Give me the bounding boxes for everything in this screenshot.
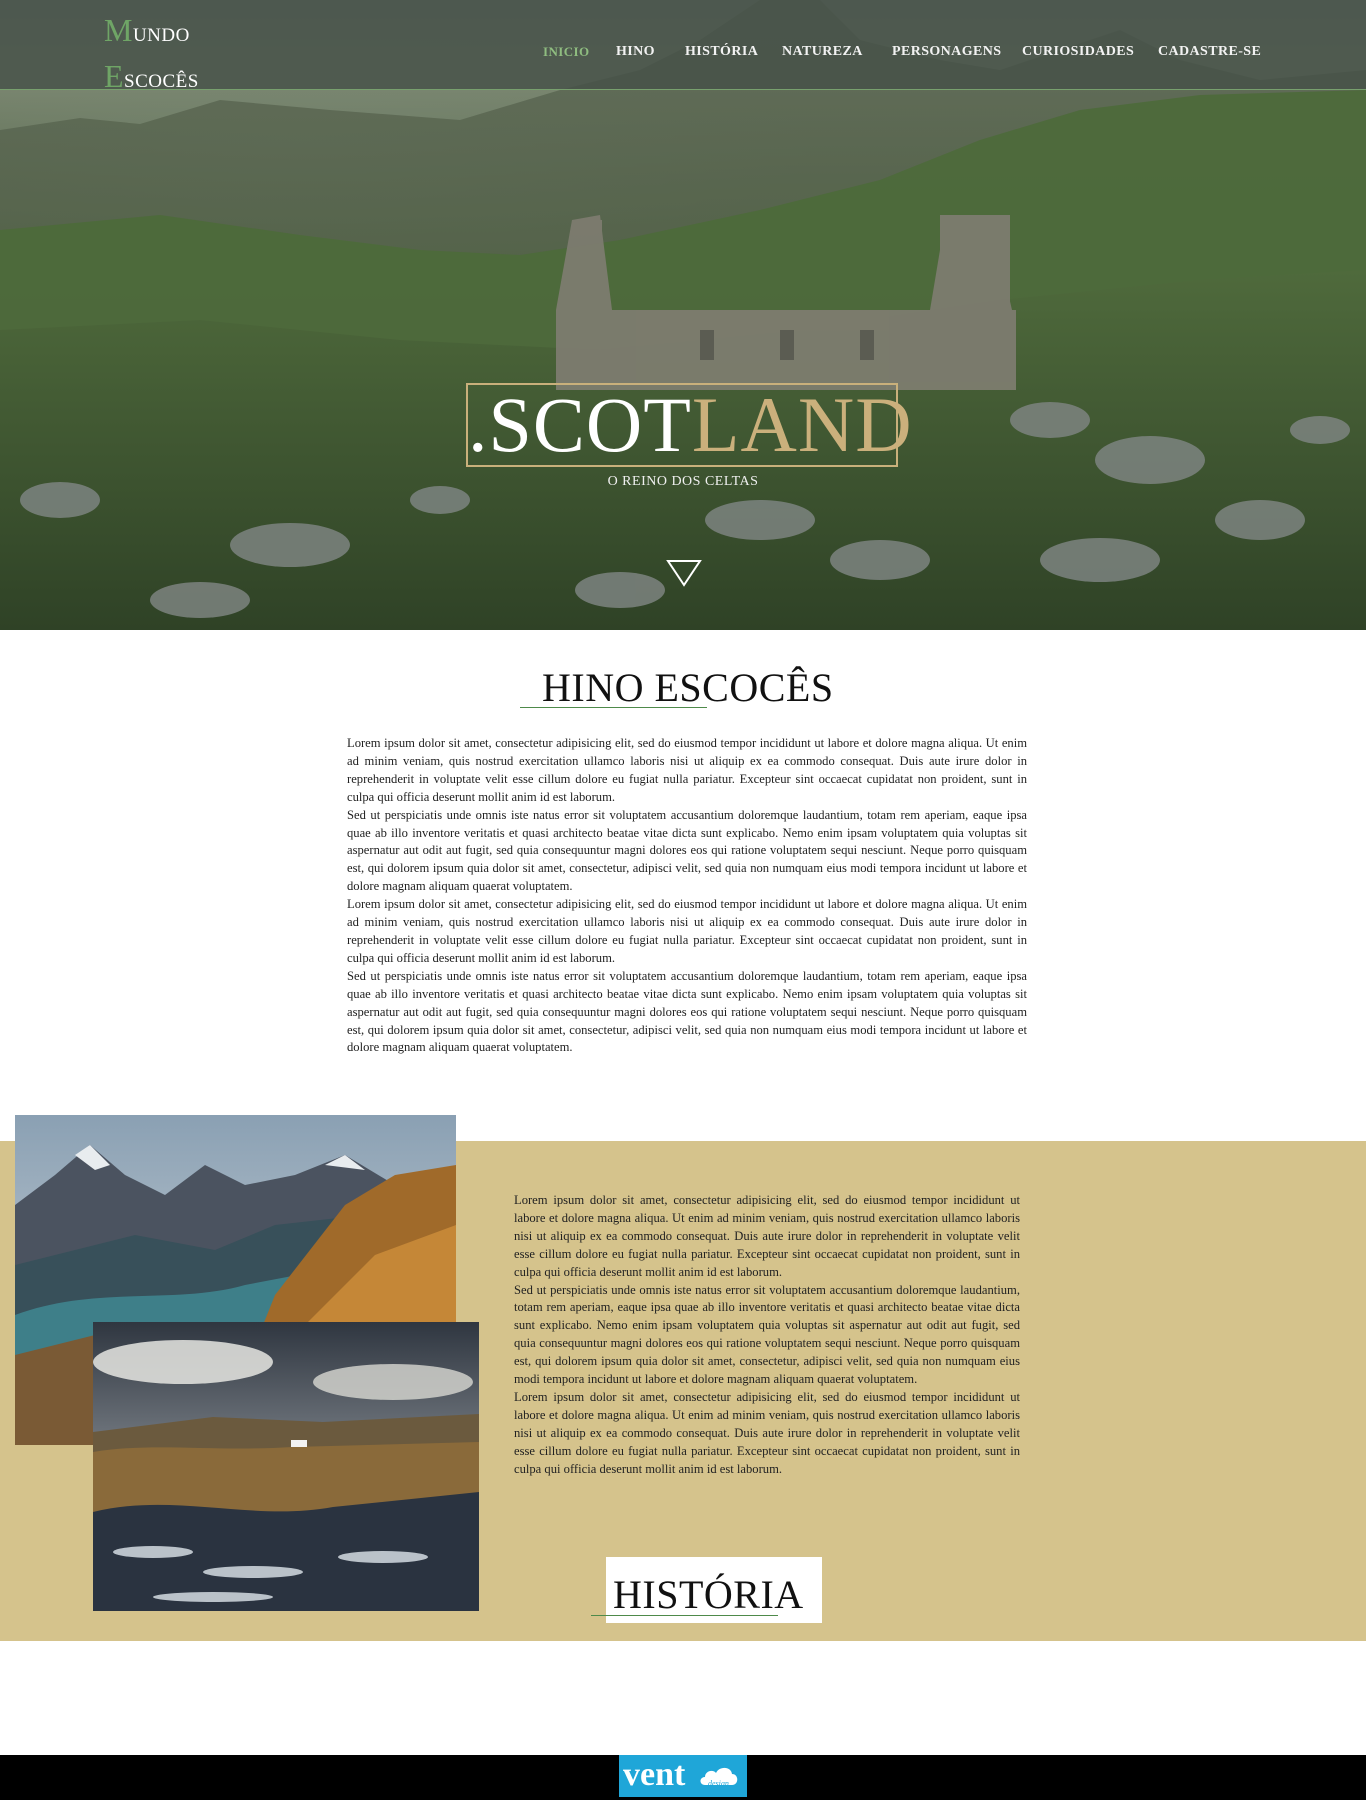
logo-line-1: MUNDO: [104, 12, 190, 48]
hero-subtitle: O REINO DOS CELTAS: [607, 474, 759, 489]
historia-paragraph: Lorem ipsum dolor sit amet, consectetur …: [514, 1389, 1020, 1476]
hino-section-title: HINO ESCOCÊS: [542, 665, 834, 710]
nav-item-inicio[interactable]: INICIO: [543, 44, 589, 60]
nav-item-hino[interactable]: HINO: [616, 44, 655, 60]
triangle-down-icon[interactable]: [666, 559, 702, 587]
hero-banner: MUNDO ESCOCÊS INICIO HINO HISTÓRIA NATUR…: [0, 0, 1366, 630]
hino-paragraph: Sed ut perspiciatis unde omnis iste natu…: [347, 807, 1027, 894]
hino-title-underline: [520, 707, 707, 708]
hero-title: .SCOTLAND: [466, 381, 913, 468]
nav-item-natureza[interactable]: NATUREZA: [782, 44, 863, 60]
hino-paragraph: Sed ut perspiciatis unde omnis iste natu…: [347, 968, 1027, 1055]
historia-paragraph: Lorem ipsum dolor sit amet, consectetur …: [514, 1193, 1020, 1279]
hino-text: Lorem ipsum dolor sit amet, consectetur …: [347, 735, 1027, 1057]
historia-paragraph: Sed ut perspiciatis unde omnis iste natu…: [514, 1282, 1020, 1387]
nav-item-curiosidades[interactable]: CURIOSIDADES: [1022, 44, 1134, 60]
vent-design-logo[interactable]: vent design: [619, 1755, 747, 1797]
top-navigation-bar: MUNDO ESCOCÊS INICIO HINO HISTÓRIA NATUR…: [0, 0, 1366, 94]
hino-paragraph: Lorem ipsum dolor sit amet, consectetur …: [347, 736, 1027, 804]
nav-item-personagens[interactable]: PERSONAGENS: [892, 44, 1001, 60]
nav-item-cadastre-se[interactable]: CADASTRE-SE: [1158, 44, 1261, 60]
coast-lighthouse-photo: [93, 1322, 479, 1611]
nav-item-historia[interactable]: HISTÓRIA: [685, 44, 758, 60]
site-logo[interactable]: MUNDO ESCOCÊS: [104, 10, 199, 102]
logo-line-2: ESCOCÊS: [104, 58, 199, 94]
historia-title-underline: [591, 1615, 778, 1616]
hino-paragraph: Lorem ipsum dolor sit amet, consectetur …: [347, 897, 1027, 965]
historia-text: Lorem ipsum dolor sit amet, consectetur …: [514, 1192, 1020, 1479]
hero-landscape-image: [0, 0, 1366, 630]
historia-section-title: HISTÓRIA: [613, 1572, 804, 1617]
